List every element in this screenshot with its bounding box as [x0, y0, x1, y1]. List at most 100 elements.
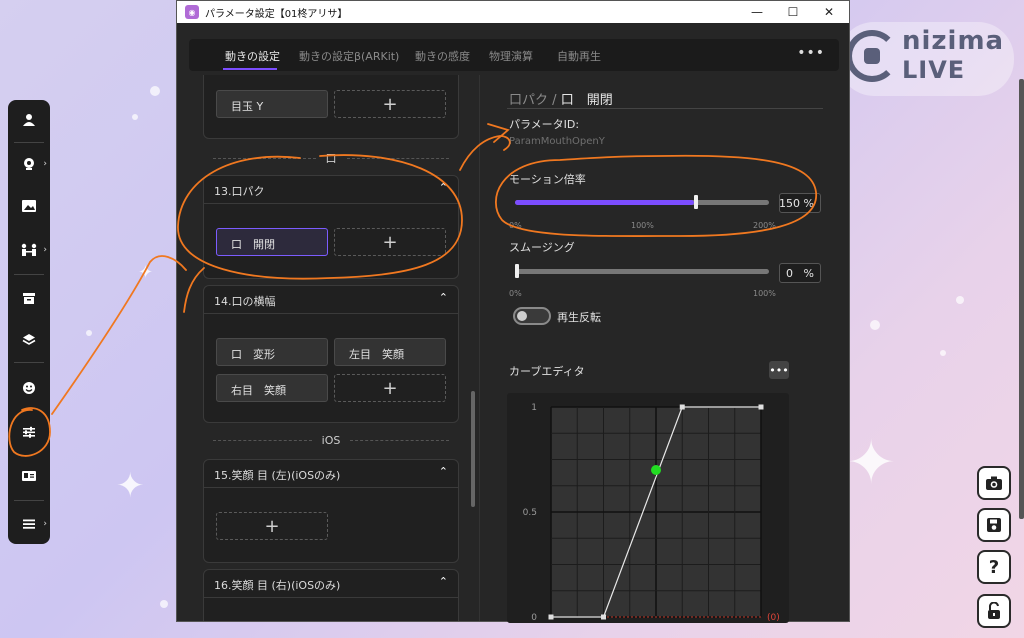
collapse-icon[interactable]: ⌃	[439, 465, 448, 478]
toolbar-user-button[interactable]	[8, 100, 50, 140]
right-scrollbar[interactable]	[1019, 79, 1024, 519]
save-button[interactable]	[977, 508, 1011, 542]
curve-editor-canvas[interactable]: 1 0.5 0 (0)	[507, 393, 789, 623]
curve-control-point	[601, 614, 606, 620]
minimize-button[interactable]: —	[739, 1, 775, 23]
motion-multiplier-input[interactable]: 150 %	[779, 193, 821, 213]
toolbar-divider	[14, 362, 44, 363]
tab-motion-sensitivity[interactable]: 動きの感度	[415, 48, 470, 64]
toolbar-profile-card-button[interactable]	[8, 456, 50, 496]
layers-icon	[22, 334, 36, 345]
add-parameter-button[interactable]: +	[334, 90, 446, 118]
tick-label: 100%	[753, 289, 776, 298]
parameter-detail-panel: 口パク / 口 開閉 パラメータID: ParamMouthOpenY モーショ…	[507, 75, 825, 623]
param-id-value: ParamMouthOpenY	[509, 136, 605, 147]
lock-icon	[988, 602, 1000, 619]
app-icon: ◉	[185, 5, 199, 19]
bg-sparkle: ✦	[846, 428, 897, 498]
param-id-label: パラメータID:	[509, 118, 580, 131]
collapse-icon[interactable]: ⌃	[439, 181, 448, 194]
tab-physics[interactable]: 物理演算	[489, 48, 533, 64]
add-parameter-button[interactable]: +	[216, 512, 328, 540]
bg-dot	[150, 86, 160, 96]
plus-icon: +	[382, 231, 398, 253]
camera-button[interactable]	[977, 466, 1011, 500]
curve-control-point	[679, 404, 685, 410]
parameter-pill[interactable]: 右目 笑顔	[216, 374, 328, 402]
toolbar-parameter-settings-button[interactable]	[8, 412, 50, 452]
smoothing-slider[interactable]	[515, 269, 769, 274]
user-icon	[23, 114, 35, 126]
motion-multiplier-unit: %	[803, 196, 814, 210]
tab-motion-settings[interactable]: 動きの設定	[225, 48, 280, 64]
toolbar-menu-button[interactable]: ›	[8, 504, 50, 544]
smoothing-value: 0	[786, 266, 794, 280]
card-header[interactable]: 15.笑顔 目 (左)(iOSのみ) ⌃	[204, 460, 458, 488]
curve-editor-more-button[interactable]: •••	[769, 361, 789, 379]
parameter-pill[interactable]: 目玉 Y	[216, 90, 328, 118]
smoothing-handle[interactable]	[515, 264, 519, 278]
bg-sparkle: ✦	[116, 466, 145, 506]
toolbar-divider	[14, 142, 44, 143]
curve-y-tick-label: 0	[531, 613, 537, 623]
tab-auto-play[interactable]: 自動再生	[557, 48, 601, 64]
section-separator-mouth: 口	[203, 151, 459, 165]
close-button[interactable]: ✕	[811, 1, 847, 23]
card-header[interactable]: 14.口の横幅 ⌃	[204, 286, 458, 314]
maximize-button[interactable]: ☐	[775, 1, 811, 23]
toolbar-layers-button[interactable]	[8, 320, 50, 360]
dialog-titlebar[interactable]: ◉ パラメータ設定【01柊アリサ】 — ☐ ✕	[177, 1, 849, 23]
card-title: 15.笑顔 目 (左)(iOSのみ)	[214, 469, 341, 482]
card-mouth-width: 14.口の横幅 ⌃ 口 変形 左目 笑顔 右目 笑顔 +	[203, 285, 459, 423]
settings-tabs: 動きの設定 動きの設定β(ARKit) 動きの感度 物理演算 自動再生 •••	[189, 39, 839, 71]
breadcrumb: 口パク / 口 開閉	[509, 89, 613, 108]
tick-label: 200%	[753, 221, 776, 230]
parameter-settings-dialog: ◉ パラメータ設定【01柊アリサ】 — ☐ ✕ 動きの設定 動きの設定β(ARK…	[176, 0, 1024, 623]
tab-motion-settings-arkit[interactable]: 動きの設定β(ARKit)	[299, 48, 399, 64]
motion-multiplier-handle[interactable]	[694, 195, 699, 209]
toolbar-tracking-button[interactable]: ›	[8, 144, 50, 184]
card-title: 16.笑顔 目 (右)(iOSのみ)	[214, 579, 341, 592]
parameter-pill[interactable]: 口 変形	[216, 338, 328, 366]
id-card-icon	[22, 471, 36, 481]
smoothing-input[interactable]: 0 %	[779, 263, 821, 283]
toolbar-expression-button[interactable]	[8, 368, 50, 408]
logo-mark-icon	[846, 30, 898, 82]
add-parameter-button[interactable]: +	[334, 228, 446, 256]
left-scrollbar[interactable]	[471, 391, 475, 507]
collapse-icon[interactable]: ⌃	[439, 575, 448, 588]
bg-dot	[86, 330, 92, 336]
toolbar-collab-button[interactable]: ›	[8, 230, 50, 270]
curve-control-point	[758, 404, 764, 410]
chevron-right-icon: ›	[43, 159, 47, 169]
curve-y-tick-label: 0.5	[523, 508, 537, 518]
parameter-pill[interactable]: 口 開閉	[216, 228, 328, 256]
chevron-right-icon: ›	[43, 245, 47, 255]
parameter-pill[interactable]: 左目 笑顔	[334, 338, 446, 366]
logo-text-line2: LIVE	[902, 56, 966, 84]
active-tab-indicator	[223, 68, 277, 70]
minimize-icon: —	[751, 5, 763, 19]
chevron-right-icon: ›	[43, 519, 47, 529]
card-mouth-open: 13.口パク ⌃ 口 開閉 +	[203, 175, 459, 279]
nizima-live-logo: nizima LIVE	[838, 22, 1014, 96]
reverse-playback-toggle[interactable]	[513, 307, 551, 325]
toolbar-background-button[interactable]	[8, 186, 50, 226]
toolbar-divider	[14, 500, 44, 501]
add-parameter-button[interactable]: +	[334, 374, 446, 402]
save-icon	[987, 518, 1001, 532]
curve-editor[interactable]: 1 0.5 0 (0)	[507, 393, 789, 623]
tick-label: 0%	[509, 289, 522, 298]
card-header[interactable]: 13.口パク ⌃	[204, 176, 458, 204]
close-icon: ✕	[823, 5, 835, 19]
card-header[interactable]: 16.笑顔 目 (右)(iOSのみ) ⌃	[204, 570, 458, 598]
collapse-icon[interactable]: ⌃	[439, 291, 448, 304]
breadcrumb-separator: /	[552, 93, 557, 108]
toolbar-items-button[interactable]	[8, 278, 50, 318]
smiley-icon	[23, 382, 35, 394]
help-button[interactable]: ?	[977, 550, 1011, 584]
menu-icon	[23, 519, 35, 529]
lock-button[interactable]	[977, 594, 1011, 628]
bg-dot	[160, 600, 168, 608]
tabs-more-button[interactable]: •••	[797, 45, 825, 61]
